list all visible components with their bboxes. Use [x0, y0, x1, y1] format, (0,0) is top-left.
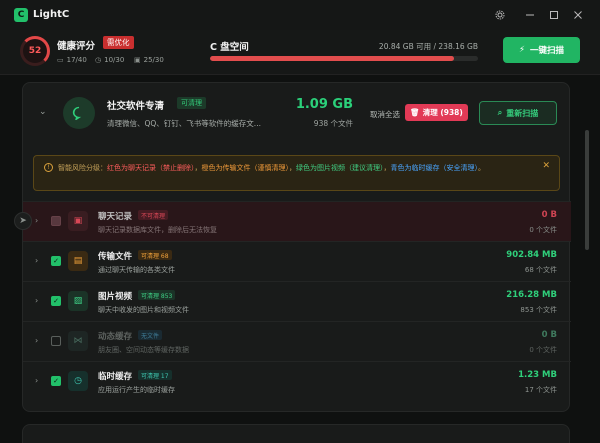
stat-clock: ◷ 10/30 [95, 56, 125, 64]
list-item-transfer-files[interactable]: › ✓ ▤ 传输文件 可清理 68 通过聊天传输的各类文件 902.84 MB … [23, 241, 571, 281]
item-size: 0 B [541, 330, 557, 340]
disk-label: C 盘空间 [210, 42, 249, 53]
clock-icon: ◷ [68, 371, 88, 391]
search-icon: ⌕ [497, 108, 503, 117]
item-description: 应用运行产生的临时缓存 [98, 386, 175, 394]
title-bar: C LightC [0, 0, 600, 30]
item-count: 17 个文件 [524, 386, 557, 394]
trash-icon: 🗑︎ [410, 108, 420, 117]
chevron-down-icon[interactable]: ⌄ [39, 107, 47, 117]
clean-button[interactable]: 🗑︎ 清理 (938) [405, 104, 468, 121]
list-item-images-videos[interactable]: › ✓ ▨ 图片视频 可清理 853 聊天中收发的图片和视频文件 216.28 … [23, 281, 571, 321]
category-status-badge: 可清理 [177, 97, 206, 109]
app-title: LightC [33, 9, 70, 20]
checkbox-checked[interactable]: ✓ [51, 256, 61, 266]
stat-archive: ▣ 25/30 [134, 56, 164, 64]
item-description: 聊天记录数据库文件，删除后无法恢复 [98, 226, 217, 234]
item-title: 传输文件 [98, 252, 133, 262]
item-badge: 可清理 17 [138, 370, 172, 380]
gear-icon[interactable] [494, 9, 506, 21]
risk-warning-text: 智能风险分级：红色为聊天记录（禁止删除），橙色为传输文件（谨慎清理），绿色为图片… [58, 164, 485, 172]
category-header[interactable]: ⌄ 社交软件专清 可清理 清理微信、QQ、钉钉、飞书等软件的缓存文... 1.0… [23, 83, 571, 143]
image-icon: ▨ [68, 291, 88, 311]
checkbox-disabled [51, 216, 61, 226]
chevron-right-icon[interactable]: › [35, 216, 38, 225]
chevron-right-icon[interactable]: › [35, 256, 38, 265]
item-badge: 可清理 853 [138, 290, 176, 300]
lightning-icon: ⚡︎ [519, 45, 525, 55]
chevron-right-icon[interactable]: › [35, 336, 38, 345]
list-item-dynamic-cache[interactable]: › ⋈ 动态缓存 无文件 朋友圈、空间动态等缓存数据 0 B 0 个文件 [23, 321, 571, 361]
scrollbar[interactable] [585, 130, 589, 250]
warning-icon: ! [44, 163, 53, 172]
item-badge: 不可清理 [138, 210, 169, 220]
item-size: 1.23 MB [518, 370, 557, 380]
category-title: 社交软件专清 [107, 101, 165, 112]
disk-usage-fill [210, 56, 455, 61]
risk-warning-banner: ! 智能风险分级：红色为聊天记录（禁止删除），橙色为传输文件（谨慎清理），绿色为… [33, 155, 560, 191]
category-description: 清理微信、QQ、钉钉、飞书等软件的缓存文... [107, 119, 261, 128]
folder-icon: ▭ [57, 56, 64, 64]
item-title: 临时缓存 [98, 372, 133, 382]
item-description: 通过聊天传输的各类文件 [98, 266, 175, 274]
item-size: 216.28 MB [506, 290, 557, 300]
lock-icon: ▣ [68, 211, 88, 231]
file-icon: ▤ [68, 251, 88, 271]
disk-usage-bar [210, 56, 478, 61]
item-size: 902.84 MB [506, 250, 557, 260]
health-label: 健康评分 [57, 41, 96, 52]
share-icon: ⋈ [68, 331, 88, 351]
stat-folders: ▭ 17/40 [57, 56, 87, 64]
item-badge: 可清理 68 [138, 250, 172, 260]
minimize-icon[interactable] [524, 9, 536, 21]
category-size: 1.09 GB [295, 97, 353, 112]
deselect-all-link[interactable]: 取消全选 [370, 109, 400, 120]
item-count: 0 个文件 [529, 346, 557, 354]
item-size: 0 B [541, 210, 557, 220]
clock-icon: ◷ [95, 56, 102, 64]
archive-icon: ▣ [134, 56, 141, 64]
chevron-right-icon[interactable]: › [35, 376, 38, 385]
list-item-temp-cache[interactable]: › ✓ ◷ 临时缓存 可清理 17 应用运行产生的临时缓存 1.23 MB 17… [23, 361, 571, 401]
social-clean-card: ⌄ 社交软件专清 可清理 清理微信、QQ、钉钉、飞书等软件的缓存文... 1.0… [22, 82, 571, 412]
item-title: 图片视频 [98, 292, 133, 302]
item-title: 动态缓存 [98, 332, 133, 342]
checkbox-unchecked[interactable] [51, 336, 61, 346]
app-logo-icon: C [14, 8, 28, 22]
next-category-card [22, 424, 570, 443]
category-file-count: 938 个文件 [313, 119, 353, 128]
item-count: 68 个文件 [524, 266, 557, 274]
item-badge: 无文件 [138, 330, 163, 340]
status-header: 52 健康评分 需优化 ▭ 17/40 ◷ 10/30 ▣ 25/30 C 盘空间 2… [0, 30, 600, 75]
item-count: 0 个文件 [529, 226, 557, 234]
item-title: 聊天记录 [98, 212, 133, 222]
item-count: 853 个文件 [520, 306, 557, 314]
health-status-badge: 需优化 [103, 36, 134, 49]
chat-bubble-icon [63, 97, 95, 129]
rescan-button[interactable]: ⌕ 重新扫描 [479, 101, 557, 125]
maximize-icon[interactable] [548, 9, 560, 21]
one-click-scan-button[interactable]: ⚡︎ 一键扫描 [503, 37, 580, 63]
health-score-ring: 52 [20, 36, 50, 66]
chevron-right-icon[interactable]: › [35, 296, 38, 305]
disk-info: 20.84 GB 可用 / 238.16 GB [378, 42, 478, 51]
checkbox-checked[interactable]: ✓ [51, 296, 61, 306]
checkbox-checked[interactable]: ✓ [51, 376, 61, 386]
list-item-chat-records[interactable]: › ▣ 聊天记录 不可清理 聊天记录数据库文件，删除后无法恢复 0 B 0 个文… [23, 201, 571, 241]
close-warning-icon[interactable]: ✕ [542, 161, 550, 171]
item-description: 朋友圈、空间动态等缓存数据 [98, 346, 189, 354]
item-description: 聊天中收发的图片和视频文件 [98, 306, 189, 314]
close-icon[interactable] [572, 9, 584, 21]
navigation-arrow-icon[interactable]: ➤ [14, 212, 32, 230]
